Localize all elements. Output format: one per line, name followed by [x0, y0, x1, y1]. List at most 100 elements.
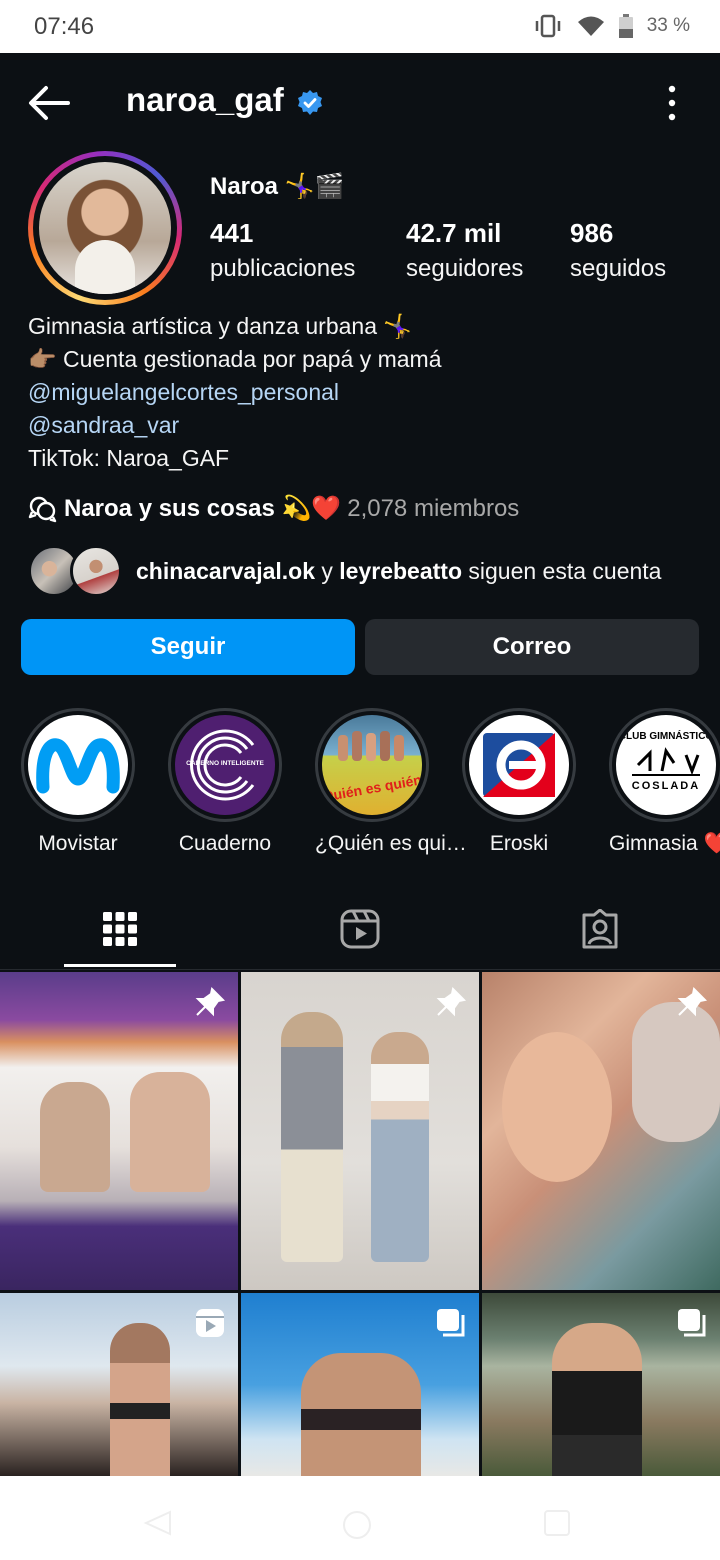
- profile-avatar-story-ring[interactable]: [28, 151, 182, 305]
- more-options-icon[interactable]: [664, 83, 680, 123]
- stat-followers-value: 42.7 mil: [406, 218, 502, 248]
- club-logo-text: CLUB GIMNÁSTICO: [619, 729, 714, 742]
- post-thumbnail[interactable]: [241, 972, 479, 1290]
- display-name: Naroa 🤸‍♀️🎬: [210, 173, 345, 200]
- nav-back-icon[interactable]: [140, 1508, 174, 1538]
- tagged-person-icon: [582, 909, 618, 949]
- nav-home-icon[interactable]: [340, 1508, 374, 1542]
- stat-posts[interactable]: 441 publicaciones: [210, 218, 355, 283]
- verified-badge-icon: [298, 90, 322, 115]
- tab-tagged[interactable]: [480, 890, 720, 968]
- post-image-detail: [110, 1323, 170, 1476]
- mutual-username[interactable]: chinacarvajal.ok: [136, 558, 315, 584]
- stat-followers-label: seguidores: [406, 255, 524, 282]
- reel-icon: [196, 1309, 224, 1337]
- post-image-detail: [371, 1032, 429, 1262]
- stat-posts-label: publicaciones: [210, 255, 356, 282]
- battery-icon: [618, 14, 633, 38]
- highlight-label: Gimnasia ❤️: [609, 832, 720, 855]
- movistar-logo-icon: [28, 715, 128, 815]
- system-navigation-bar: [0, 1476, 720, 1560]
- stat-following-label: seguidos: [570, 255, 667, 282]
- profile-tabs: [0, 890, 720, 970]
- highlight-eroski[interactable]: Eroski: [462, 708, 576, 856]
- status-icons: 33 %: [533, 14, 690, 38]
- post-image-detail: [502, 1032, 612, 1182]
- channel-members: 2,078 miembros: [347, 494, 520, 522]
- highlight-label: ¿Quién es qui…: [315, 832, 467, 855]
- channel-name: Naroa y sus cosas 💫❤️: [64, 495, 342, 522]
- club-gimnastico-logo-icon: CLUB GIMNÁSTICO COSLADA: [616, 715, 716, 815]
- bio-line: Gimnasia artística y danza urbana 🤸‍♀️: [28, 313, 413, 339]
- post-thumbnail[interactable]: [0, 972, 238, 1290]
- stat-followers[interactable]: 42.7 mil seguidores: [406, 218, 523, 283]
- back-arrow-icon[interactable]: [26, 83, 72, 123]
- highlight-movistar[interactable]: Movistar: [21, 708, 135, 856]
- cuaderno-logo-text: CADERNO INTELIGENTE: [186, 760, 264, 767]
- post-thumbnail[interactable]: [0, 1293, 238, 1476]
- bio-mention-link[interactable]: @sandraa_var: [28, 409, 442, 442]
- post-image-detail: [281, 1012, 343, 1262]
- bio-line: TikTok: Naroa_GAF: [28, 445, 230, 471]
- channel-icon: [28, 496, 57, 522]
- post-image-detail: [301, 1353, 421, 1476]
- post-thumbnail[interactable]: [482, 1293, 720, 1476]
- email-button[interactable]: Correo: [365, 619, 699, 675]
- post-thumbnail[interactable]: [241, 1293, 479, 1476]
- battery-percent: 33 %: [646, 15, 690, 36]
- highlight-quien-es-quien[interactable]: ¿Quién es quién? ¿Quién es qui…: [315, 708, 467, 856]
- active-tab-indicator: [64, 964, 176, 967]
- followed-by-conj: y: [315, 557, 340, 584]
- post-image-detail: [552, 1323, 642, 1476]
- cuaderno-logo-icon: CADERNO INTELIGENTE: [175, 715, 275, 815]
- post-image-detail: [40, 1082, 110, 1192]
- nav-recents-icon[interactable]: [542, 1508, 572, 1538]
- header-username: naroa_gaf: [126, 81, 284, 118]
- multi-post-icon: [437, 1309, 465, 1337]
- pin-icon: [195, 986, 226, 1017]
- club-logo-text: COSLADA: [632, 780, 700, 792]
- mutual-avatar: [70, 545, 122, 597]
- status-time: 07:46: [34, 13, 95, 40]
- movie-poster-thumbnail: ¿Quién es quién?: [322, 715, 422, 815]
- post-image-detail: [632, 1002, 720, 1142]
- stat-posts-value: 441: [210, 218, 254, 248]
- stat-following[interactable]: 986 seguidos: [570, 218, 666, 283]
- bio-line: 👉🏽 Cuenta gestionada por papá y mamá: [28, 346, 442, 372]
- highlight-label: Eroski: [489, 832, 549, 855]
- pin-icon: [677, 986, 708, 1017]
- highlight-cuaderno[interactable]: CADERNO INTELIGENTE Cuaderno: [168, 708, 282, 856]
- profile-bio: Gimnasia artística y danza urbana 🤸‍♀️ 👉…: [28, 310, 442, 475]
- reels-icon: [340, 909, 380, 949]
- followed-by[interactable]: chinacarvajal.ok y leyrebeatto siguen es…: [28, 543, 661, 599]
- highlight-ring: CADERNO INTELIGENTE: [168, 708, 282, 822]
- post-thumbnail[interactable]: [482, 972, 720, 1290]
- highlight-ring: [21, 708, 135, 822]
- highlight-ring: ¿Quién es quién?: [315, 708, 429, 822]
- highlight-label: Movistar: [38, 832, 118, 855]
- highlight-ring: CLUB GIMNÁSTICO COSLADA: [609, 708, 720, 822]
- grid-icon: [103, 912, 137, 946]
- wifi-icon: [577, 16, 604, 36]
- highlight-ring: [462, 708, 576, 822]
- broadcast-channel[interactable]: Naroa y sus cosas 💫❤️ 2,078 miembros: [28, 494, 519, 523]
- movie-title-text: ¿Quién es quién?: [322, 770, 422, 806]
- mutual-username[interactable]: leyrebeatto: [339, 558, 462, 584]
- multi-post-icon: [678, 1309, 706, 1337]
- tab-reels[interactable]: [240, 890, 480, 968]
- tab-posts-grid[interactable]: [0, 890, 240, 968]
- bio-mention-link[interactable]: @miguelangelcortes_personal: [28, 376, 442, 409]
- followed-by-suffix: siguen esta cuenta: [462, 557, 662, 584]
- pin-icon: [436, 986, 467, 1017]
- post-image-detail: [130, 1072, 210, 1192]
- follow-button[interactable]: Seguir: [21, 619, 355, 675]
- stat-following-value: 986: [570, 218, 614, 248]
- eroski-logo-icon: [469, 715, 569, 815]
- profile-header: naroa_gaf: [0, 53, 720, 153]
- profile-avatar: [39, 162, 171, 294]
- highlight-label: Cuaderno: [178, 832, 272, 855]
- highlight-gimnasia[interactable]: CLUB GIMNÁSTICO COSLADA Gimnasia ❤️: [609, 708, 720, 856]
- vibrate-icon: [535, 14, 560, 38]
- followed-by-text: chinacarvajal.ok y leyrebeatto siguen es…: [136, 558, 661, 585]
- status-bar: 07:46 33 %: [0, 0, 720, 53]
